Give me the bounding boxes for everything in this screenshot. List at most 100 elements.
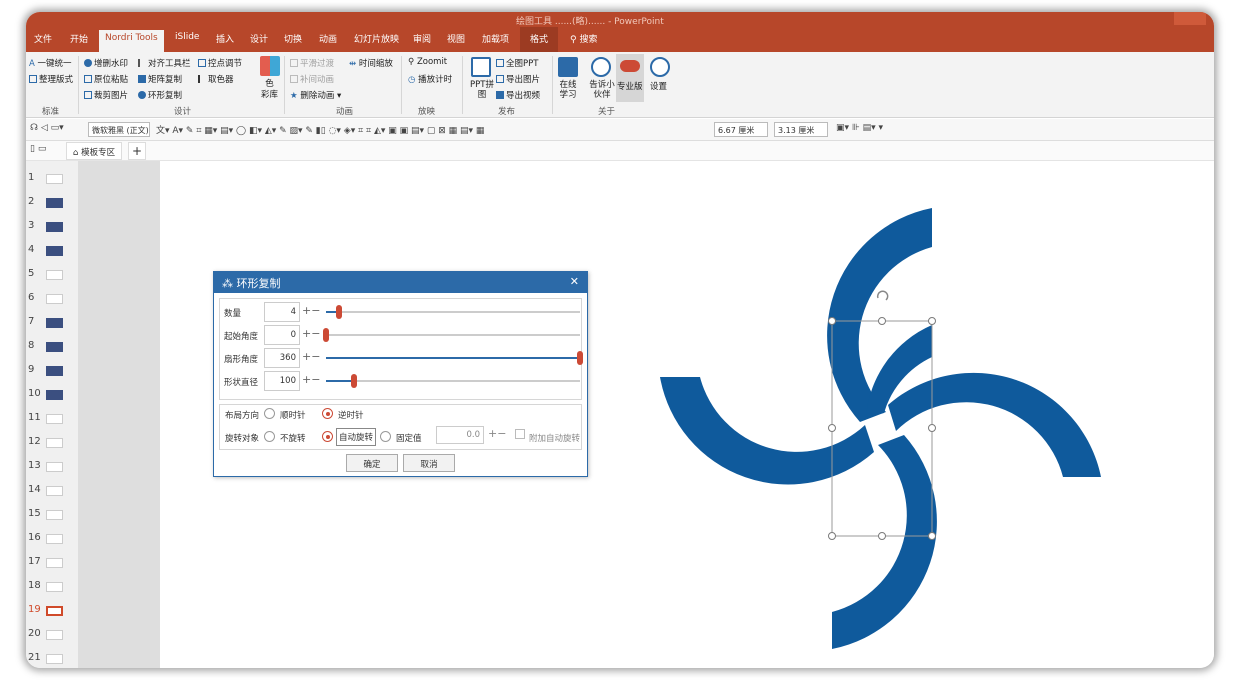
auto-rotate-label[interactable]: 自动旋转 [336, 428, 377, 446]
shape-width-input[interactable]: 6.67 厘米 [714, 122, 768, 137]
window-controls[interactable] [1174, 12, 1206, 25]
auto-rotate-radio[interactable] [322, 431, 333, 442]
slide-thumb[interactable]: 17 [26, 551, 78, 575]
slide-thumb[interactable]: 20 [26, 623, 78, 647]
ppt-puzzle-button[interactable]: PPT拼图 [469, 80, 495, 100]
toolbar-icons-right[interactable]: ▣▾ ⊪ ▤▾ ▾ [836, 123, 883, 133]
tween-animation-button[interactable]: 补间动画 [290, 73, 334, 85]
slide-thumb-selected[interactable]: 19 [26, 599, 78, 623]
resize-handle[interactable] [828, 317, 836, 325]
handle-adjust-button[interactable]: 控点调节 [198, 57, 242, 69]
tab-nordri-tools[interactable]: Nordri Tools [99, 30, 164, 52]
color-library-button[interactable]: 色 彩库 [261, 79, 278, 101]
tell-friends-button[interactable]: 告诉小伙伴 [586, 80, 618, 100]
counterclockwise-label[interactable]: 逆时针 [338, 409, 364, 421]
matrix-copy-button[interactable]: 矩阵复制 [138, 73, 182, 85]
tab-review[interactable]: 审阅 [413, 32, 431, 45]
tab-view[interactable]: 视图 [447, 32, 465, 45]
fixed-value-input[interactable]: 0.0 [436, 426, 484, 444]
time-scale-button[interactable]: ⇹ 时间缩放 [349, 57, 393, 69]
crop-image-button[interactable]: 裁剪图片 [84, 89, 128, 101]
book-icon[interactable] [558, 57, 578, 77]
align-toolbar-button[interactable]: 对齐工具栏 [138, 57, 191, 69]
fixed-value-label[interactable]: 固定值 [396, 432, 422, 444]
palette-icon[interactable] [260, 56, 280, 76]
clockwise-radio[interactable] [264, 408, 275, 419]
tab-addins[interactable]: 加载项 [482, 32, 509, 45]
puzzle-icon[interactable] [471, 57, 491, 77]
slide-thumb[interactable]: 18 [26, 575, 78, 599]
tab-transitions[interactable]: 切换 [284, 32, 302, 45]
counterclockwise-radio[interactable] [322, 408, 333, 419]
sector-angle-stepper[interactable]: +− [302, 350, 320, 363]
count-slider-knob[interactable] [335, 305, 342, 319]
start-angle-input[interactable]: 0 [264, 325, 300, 345]
count-stepper[interactable]: +− [302, 304, 320, 317]
paste-inplace-button[interactable]: 原位粘贴 [84, 73, 128, 85]
diameter-input[interactable]: 100 [264, 371, 300, 391]
close-icon[interactable]: ✕ [570, 275, 579, 288]
fixed-value-stepper[interactable]: +− [488, 427, 506, 440]
tab-islide[interactable]: iSlide [175, 32, 199, 42]
online-learning-button[interactable]: 在线学习 [556, 80, 580, 100]
export-video-button[interactable]: 导出视频 [496, 89, 540, 101]
file-icons[interactable]: ▯ ▭ [30, 144, 46, 154]
unify-button[interactable]: A 一键统一 [29, 57, 72, 69]
ring-copy-button[interactable]: 环形复制 [138, 89, 182, 101]
slide-thumb[interactable]: 3 [26, 215, 78, 239]
slide-thumb[interactable]: 13 [26, 455, 78, 479]
tab-animations[interactable]: 动画 [319, 32, 337, 45]
sector-angle-input[interactable]: 360 [264, 348, 300, 368]
no-rotate-radio[interactable] [264, 431, 275, 442]
slide-thumb[interactable]: 16 [26, 527, 78, 551]
diameter-stepper[interactable]: +− [302, 373, 320, 386]
slide-thumb[interactable]: 21 [26, 647, 78, 668]
resize-handle[interactable] [928, 317, 936, 325]
start-angle-slider-track[interactable] [326, 334, 580, 336]
rotate-handle-icon[interactable] [876, 290, 889, 301]
slide-thumb[interactable]: 2 [26, 191, 78, 215]
slide-thumb[interactable]: 4 [26, 239, 78, 263]
resize-handle[interactable] [928, 532, 936, 540]
count-input[interactable]: 4 [264, 302, 300, 322]
search-box[interactable]: ⚲ 搜索 [570, 32, 597, 45]
tab-file[interactable]: 文件 [34, 32, 52, 45]
resize-handle[interactable] [878, 317, 886, 325]
start-angle-stepper[interactable]: +− [302, 327, 320, 340]
tidy-layout-button[interactable]: 整理版式 [29, 73, 73, 85]
slide-thumb[interactable]: 14 [26, 479, 78, 503]
tab-home[interactable]: 开始 [70, 32, 88, 45]
ring-copy-shape[interactable] [660, 207, 1104, 652]
smooth-transition-button[interactable]: 平滑过渡 [290, 57, 334, 69]
toggle-icon[interactable] [620, 60, 640, 72]
slide-thumb[interactable]: 7 [26, 311, 78, 335]
font-name-select[interactable]: 微软雅黑 (正文) [88, 122, 150, 137]
count-slider-track[interactable] [326, 311, 580, 313]
extra-rotate-checkbox[interactable] [515, 429, 525, 439]
start-angle-slider-knob[interactable] [323, 328, 329, 342]
resize-handle[interactable] [928, 424, 936, 432]
slide-thumb[interactable]: 6 [26, 287, 78, 311]
play-timer-button[interactable]: ◷ 播放计时 [408, 73, 452, 85]
share-icon[interactable] [591, 57, 611, 77]
no-rotate-label[interactable]: 不旋转 [280, 432, 306, 444]
slide-thumb[interactable]: 5 [26, 263, 78, 287]
toolbar-icons-left[interactable]: ☊ ◁ ▭▾ [30, 123, 64, 133]
resize-handle[interactable] [828, 424, 836, 432]
settings-button[interactable]: 设置 [650, 80, 667, 92]
toolbar-icons-middle[interactable]: 文▾ A▾ ✎ ⌗ ▦▾ ▤▾ ◯ ◧▾ ◭▾ ✎ ▨▾ ✎ ▮▯ ◌▾ ◈▾ … [156, 123, 484, 136]
zoomit-button[interactable]: ⚲ Zoomit [408, 57, 447, 67]
slide-thumb[interactable]: 15 [26, 503, 78, 527]
slide-thumb[interactable]: 9 [26, 359, 78, 383]
watermark-button[interactable]: 增删水印 [84, 57, 128, 69]
tab-format[interactable]: 格式 [520, 27, 559, 52]
sector-angle-slider-knob[interactable] [577, 351, 583, 365]
gear-icon[interactable] [650, 57, 670, 77]
slide-thumb[interactable]: 12 [26, 431, 78, 455]
color-picker-button[interactable]: 取色器 [198, 73, 234, 85]
resize-handle[interactable] [828, 532, 836, 540]
full-image-ppt-button[interactable]: 全图PPT [496, 57, 538, 69]
diameter-slider-knob[interactable] [350, 374, 357, 388]
clockwise-label[interactable]: 顺时针 [280, 409, 306, 421]
delete-animation-button[interactable]: ★ 删除动画 ▾ [290, 89, 341, 101]
